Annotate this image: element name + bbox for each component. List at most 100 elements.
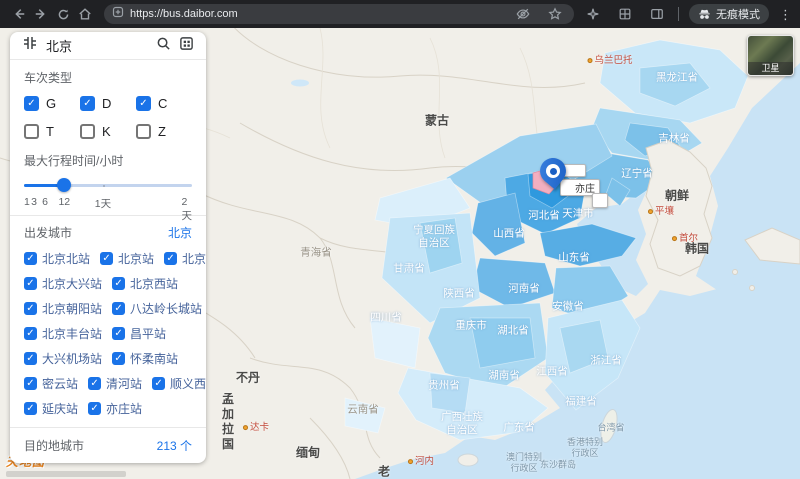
station-顺义西站-label: 顺义西站 — [170, 377, 206, 391]
train-type-Z-label: Z — [158, 124, 166, 139]
checkbox-icon — [24, 327, 37, 340]
app-logo-icon — [22, 35, 38, 56]
checkbox-icon — [24, 377, 37, 390]
checkbox-icon — [24, 302, 37, 315]
slider-tick-dot — [102, 184, 105, 187]
train-type-T-label: T — [46, 124, 54, 139]
extension-icon[interactable] — [582, 3, 604, 25]
station-密云站[interactable]: 密云站 — [24, 375, 78, 392]
checkbox-icon — [112, 277, 126, 290]
station-row: 延庆站 亦庄站 — [24, 400, 192, 417]
station-延庆站[interactable]: 延庆站 — [24, 400, 78, 417]
train-type-C[interactable]: C — [136, 96, 192, 111]
station-北京南站[interactable]: 北京南站 — [164, 250, 206, 267]
checkbox-icon — [80, 124, 95, 139]
checkbox-icon — [112, 327, 126, 340]
station-清河站-label: 清河站 — [106, 377, 143, 391]
panel-header — [10, 32, 206, 59]
station-list: 北京北站 北京站 北京南站北京大兴站 北京西站北京朝阳站 八达岭长城站北京丰台站 昌平站大… — [24, 250, 206, 417]
toolbar-divider — [678, 7, 679, 21]
checkbox-icon — [100, 252, 114, 265]
station-北京朝阳站[interactable]: 北京朝阳站 — [24, 300, 102, 317]
bookmark-star-icon[interactable] — [544, 3, 566, 25]
slider-tick-label: 3 — [31, 196, 37, 208]
max-time-slider[interactable] — [24, 178, 192, 192]
station-北京大兴站-label: 北京大兴站 — [42, 277, 103, 291]
checkbox-icon — [152, 377, 166, 390]
address-bar[interactable]: https://bus.daibor.com — [104, 4, 574, 24]
url-text: https://bus.daibor.com — [130, 8, 238, 20]
departure-heading: 出发城市 — [24, 226, 73, 240]
incognito-badge: 无痕模式 — [689, 4, 769, 24]
station-清河站[interactable]: 清河站 — [88, 375, 142, 392]
slider-handle[interactable] — [57, 178, 72, 192]
station-密云站-label: 密云站 — [42, 377, 79, 391]
train-type-G[interactable]: G — [24, 96, 80, 111]
checkbox-icon — [24, 277, 37, 290]
station-延庆站-label: 延庆站 — [42, 402, 79, 416]
station-北京丰台站-label: 北京丰台站 — [42, 327, 103, 341]
train-type-heading: 车次类型 — [24, 71, 73, 85]
divider — [10, 215, 206, 216]
station-tag[interactable] — [592, 193, 608, 208]
train-type-G-label: G — [46, 96, 57, 111]
slider-tick-label: 2天 — [181, 196, 193, 222]
station-row: 北京朝阳站 八达岭长城站 — [24, 300, 202, 317]
checkbox-icon — [88, 402, 102, 415]
train-type-Z[interactable]: Z — [136, 124, 192, 139]
attribution-fine-print — [6, 471, 126, 477]
station-大兴机场站-label: 大兴机场站 — [42, 352, 103, 366]
incognito-label: 无痕模式 — [716, 9, 760, 21]
grid-icon[interactable] — [179, 36, 194, 56]
checkbox-icon — [136, 124, 151, 139]
station-昌平站-label: 昌平站 — [130, 327, 167, 341]
station-北京站[interactable]: 北京站 — [100, 250, 154, 267]
station-北京西站[interactable]: 北京西站 — [112, 275, 178, 292]
station-row: 北京丰台站 昌平站 — [24, 325, 192, 342]
station-北京西站-label: 北京西站 — [130, 277, 179, 291]
station-亦庄站[interactable]: 亦庄站 — [88, 400, 142, 417]
apps-grid-icon[interactable] — [614, 3, 636, 25]
menu-dots-icon[interactable]: ⋮ — [779, 8, 792, 21]
train-type-C-label: C — [158, 96, 168, 111]
checkbox-icon — [88, 377, 102, 390]
station-row: 密云站 清河站 顺义西站 — [24, 375, 206, 392]
station-顺义西站[interactable]: 顺义西站 — [152, 375, 206, 392]
station-北京南站-label: 北京南站 — [182, 252, 206, 266]
slider-tick-label: 1 — [24, 196, 30, 208]
marker-ring-icon — [546, 164, 560, 178]
city-search-input[interactable] — [46, 38, 148, 53]
reload-icon[interactable] — [52, 3, 74, 25]
station-亦庄站-label: 亦庄站 — [106, 402, 143, 416]
forward-icon[interactable] — [30, 3, 52, 25]
station-北京大兴站[interactable]: 北京大兴站 — [24, 275, 102, 292]
back-icon[interactable] — [8, 3, 30, 25]
site-info-icon[interactable] — [112, 5, 124, 23]
filter-panel: 车次类型 GDCTKZ 最大行程时间/小时 136121天2天 出发城市 北京 … — [10, 32, 206, 463]
station-八达岭长城站[interactable]: 八达岭长城站 — [112, 300, 202, 317]
side-panel-icon[interactable] — [646, 3, 668, 25]
slider-tick-labels: 1 3 6 12 1天 2天 — [24, 196, 192, 222]
station-北京朝阳站-label: 北京朝阳站 — [42, 302, 103, 316]
browser-toolbar: https://bus.daibor.com 无痕模式 ⋮ — [0, 0, 800, 28]
station-怀柔南站[interactable]: 怀柔南站 — [112, 350, 178, 367]
station-怀柔南站-label: 怀柔南站 — [130, 352, 179, 366]
visibility-off-icon[interactable] — [512, 3, 534, 25]
satellite-layer-toggle[interactable]: 卫星 — [747, 35, 794, 76]
train-type-T[interactable]: T — [24, 124, 80, 139]
train-type-D[interactable]: D — [80, 96, 136, 111]
departure-city-link[interactable]: 北京 — [168, 224, 192, 241]
station-大兴机场站[interactable]: 大兴机场站 — [24, 350, 102, 367]
checkbox-icon — [24, 96, 39, 111]
train-type-K-label: K — [102, 124, 111, 139]
max-time-heading: 最大行程时间/小时 — [24, 154, 124, 168]
checkbox-icon — [164, 252, 178, 265]
train-type-K[interactable]: K — [80, 124, 136, 139]
home-icon[interactable] — [74, 3, 96, 25]
station-北京丰台站[interactable]: 北京丰台站 — [24, 325, 102, 342]
station-北京北站[interactable]: 北京北站 — [24, 250, 90, 267]
search-icon[interactable] — [156, 36, 171, 56]
station-row: 大兴机场站 怀柔南站 — [24, 350, 192, 367]
checkbox-icon — [112, 352, 126, 365]
station-昌平站[interactable]: 昌平站 — [112, 325, 166, 342]
